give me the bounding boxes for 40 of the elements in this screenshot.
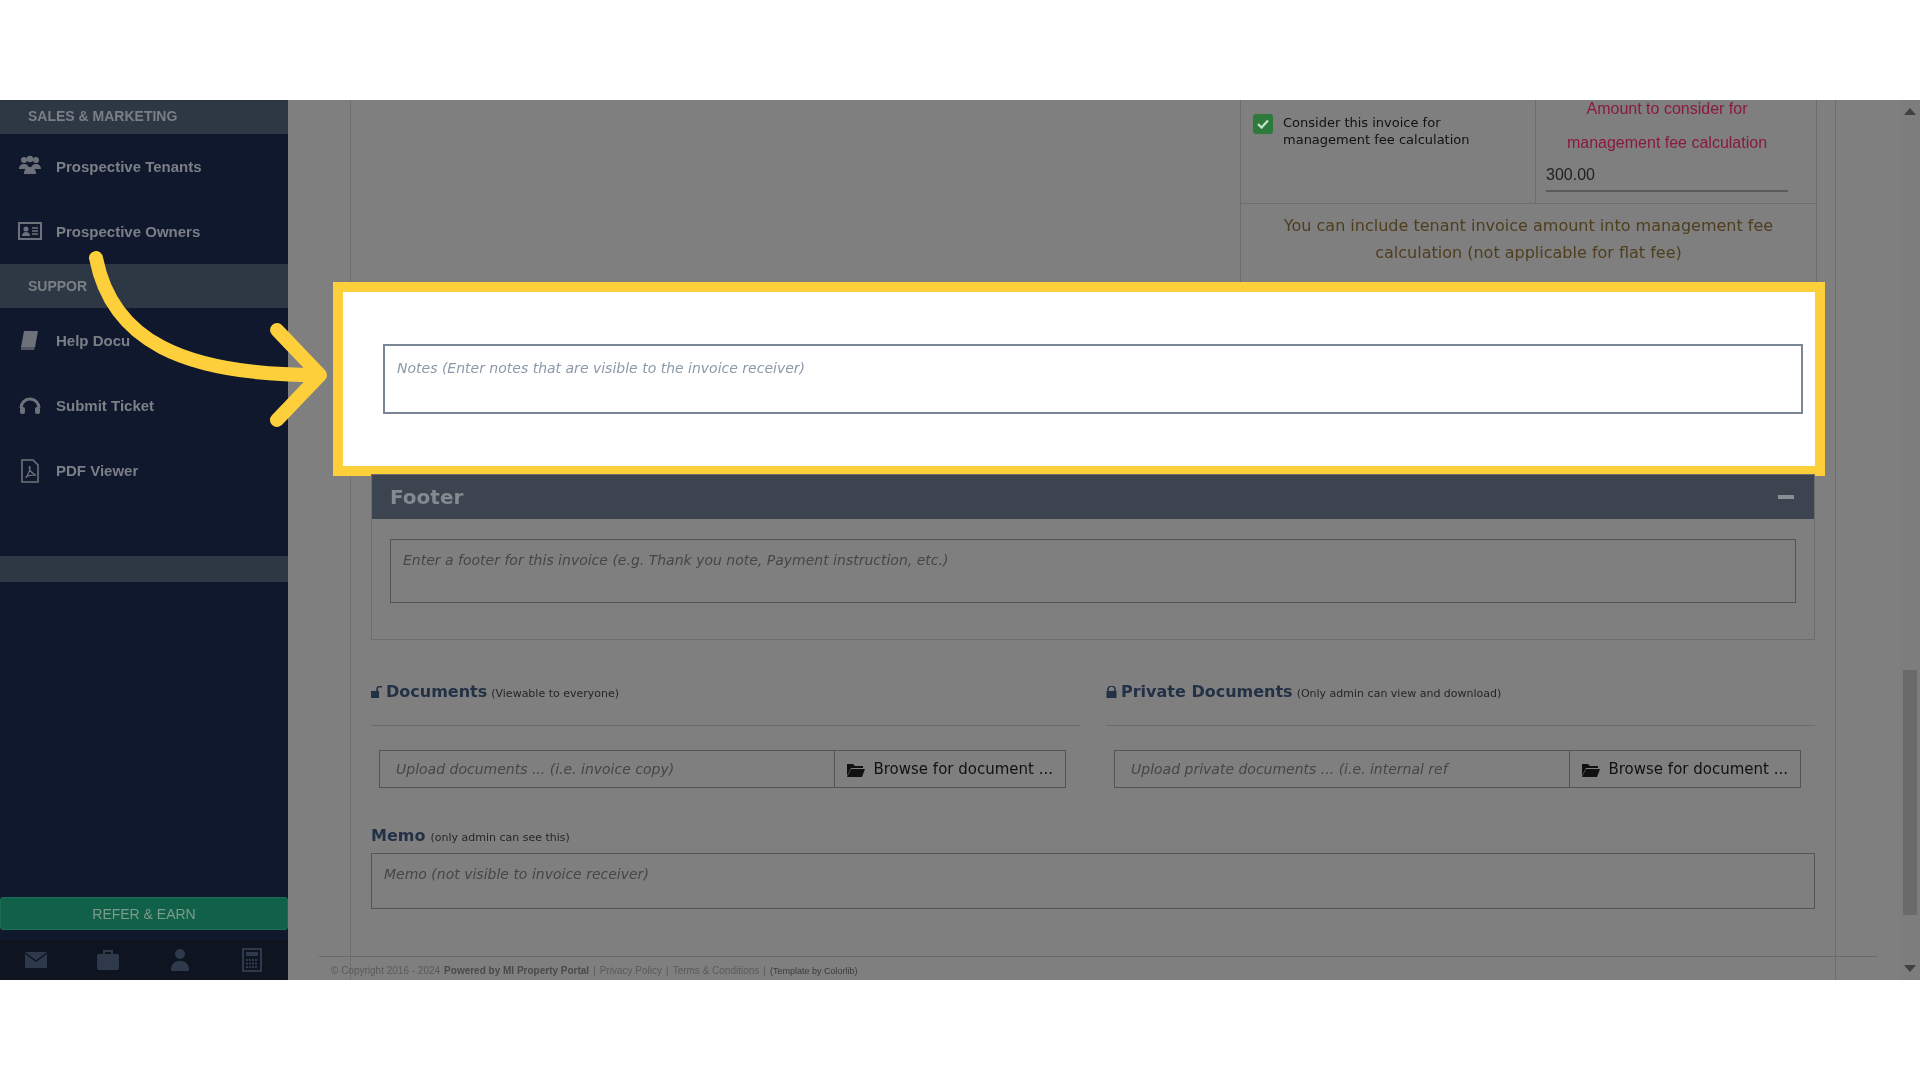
sidebar-item[interactable]: Prospective Tenants	[0, 134, 288, 199]
section-heading: SALES & MARKETING	[0, 100, 288, 134]
section-title: Documents	[386, 682, 488, 701]
browse-button[interactable]: Browse for document ...	[1570, 750, 1801, 788]
checkbox[interactable]	[1253, 114, 1273, 134]
sidebar-item[interactable]: Submit Ticket	[0, 373, 288, 438]
field-label: Amount to consider for management fee calculation	[1565, 99, 1769, 153]
footer-field[interactable]: Enter a footer for this invoice (e.g. Thank you note, Payment instruction, etc.)	[390, 539, 1796, 603]
section-hint: (Viewable to everyone)	[491, 687, 620, 700]
collapse-icon[interactable]	[1778, 495, 1794, 499]
section-title: Private Documents	[1121, 682, 1293, 701]
memo-label: Memo	[371, 826, 426, 845]
upload-field[interactable]: Upload documents ... (i.e. invoice copy)	[379, 750, 836, 788]
memo-hint: (only admin can see this)	[430, 831, 570, 844]
browse-button[interactable]: Browse for document ...	[835, 750, 1066, 788]
sidebar-item[interactable]: Help Docu	[0, 308, 288, 373]
notes-field[interactable]: Notes (Enter notes that are visible to the invoice receiver)	[383, 344, 1803, 414]
sidebar-item[interactable]: Prospective Owners	[0, 199, 288, 264]
lock-icon	[1106, 685, 1117, 698]
amount-field[interactable]: 300.00	[1546, 160, 1788, 192]
section-heading: SUPPOR	[0, 264, 288, 308]
sidebar-item[interactable]: PDF Viewer	[0, 438, 288, 503]
folder-icon	[1582, 761, 1601, 777]
check-icon	[1257, 119, 1269, 129]
separator: |	[666, 965, 669, 976]
checkbox-label: Consider this invoice for management fee calculation	[1283, 114, 1471, 148]
memo-field[interactable]: Memo (not visible to invoice receiver)	[371, 853, 1815, 909]
section-hint: (Only admin can view and download)	[1296, 687, 1502, 700]
folder-icon	[847, 761, 866, 777]
pdf-icon	[18, 458, 42, 483]
refer-button[interactable]: REFER & EARN	[0, 897, 288, 930]
upload-field[interactable]: Upload private documents ... (i.e. internal ref	[1114, 750, 1571, 788]
separator: |	[593, 965, 596, 976]
briefcase-icon[interactable]	[96, 948, 120, 972]
user-icon[interactable]	[168, 948, 192, 972]
separator: |	[763, 965, 766, 976]
template-credit: (Template by Colorlib)	[769, 966, 858, 976]
unlocked-lock-icon	[371, 685, 382, 698]
calculator-icon[interactable]	[240, 948, 264, 972]
panel-header[interactable]: Footer	[372, 475, 1814, 519]
